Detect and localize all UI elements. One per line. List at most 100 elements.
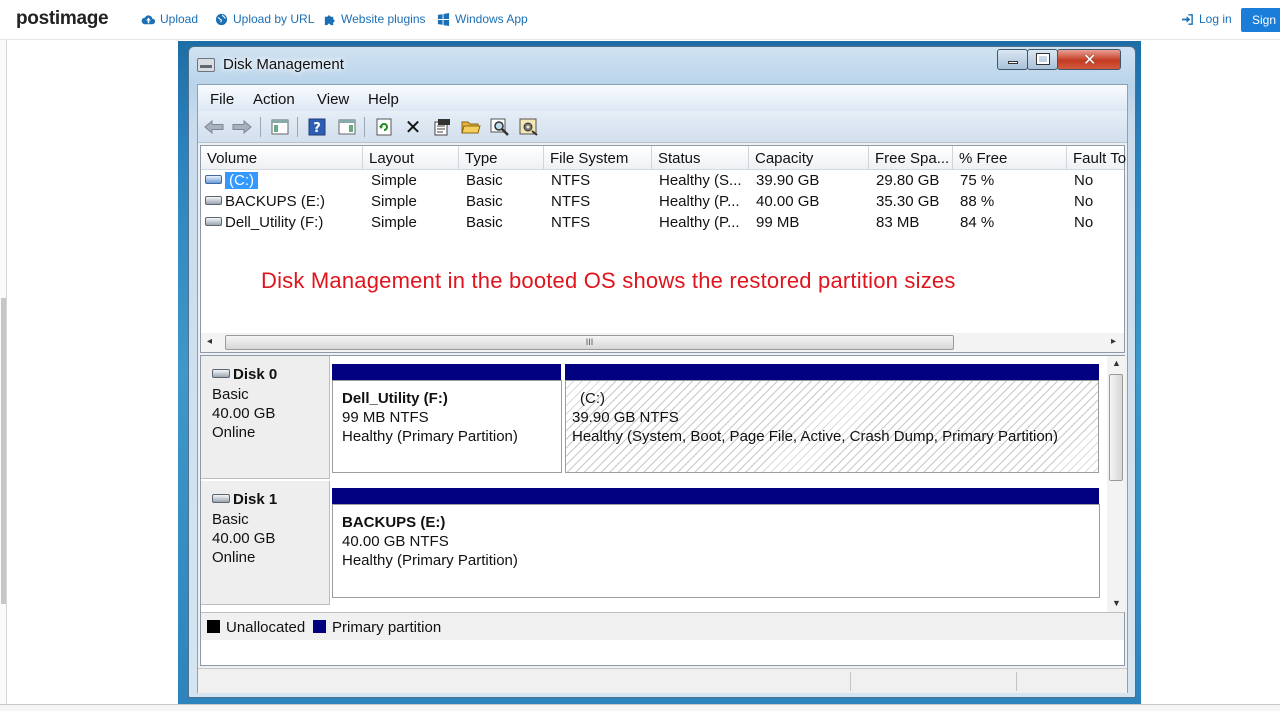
menu-view[interactable]: View (317, 91, 349, 108)
col-fault-tolerance[interactable]: Fault To (1067, 146, 1126, 170)
partition-status: Healthy (System, Boot, Page File, Active… (572, 428, 1058, 445)
toolbar-separator (260, 117, 261, 137)
status-cell: Healthy (P... (659, 193, 740, 210)
disk-0-type: Basic (212, 386, 249, 403)
nav-website-plugins-label: Website plugins (341, 12, 426, 26)
disk-0-label[interactable]: Disk 0 Basic 40.00 GB Online (201, 356, 330, 479)
page-scroll-thumb[interactable] (1, 298, 6, 604)
partition-bar (332, 488, 1099, 504)
maximize-icon (1036, 53, 1050, 65)
col-layout[interactable]: Layout (363, 146, 459, 170)
col-free-space[interactable]: Free Spa... (869, 146, 953, 170)
disk-icon (212, 369, 230, 378)
col-status[interactable]: Status (652, 146, 749, 170)
scroll-up-icon[interactable]: ▲ (1112, 358, 1121, 368)
col-type[interactable]: Type (459, 146, 544, 170)
capacity-cell: 99 MB (756, 214, 800, 231)
signup-button[interactable]: Sign u (1241, 8, 1280, 32)
legend-unallocated-swatch (207, 620, 220, 633)
search-icon[interactable] (489, 116, 511, 138)
drive-icon (205, 196, 222, 205)
nav-upload-by-url-label: Upload by URL (233, 12, 315, 26)
nav-upload-by-url[interactable]: Upload by URL (214, 12, 314, 26)
drive-icon (205, 175, 222, 184)
disk-0-title: Disk 0 (233, 366, 278, 383)
drive-icon (205, 217, 222, 226)
col-file-system[interactable]: File System (544, 146, 652, 170)
volume-cell: Dell_Utility (F:) (205, 214, 323, 231)
type-cell: Basic (466, 214, 503, 231)
toolbar: ? ✕ (198, 111, 1127, 143)
scroll-right-icon[interactable]: ▸ (1111, 336, 1116, 347)
partition-label: (C:) (580, 390, 605, 407)
free-space-cell: 29.80 GB (876, 172, 940, 189)
menu-bar: File Action View Help (198, 85, 1127, 111)
close-button[interactable]: ✕ (1057, 49, 1121, 70)
scroll-down-icon[interactable]: ▼ (1112, 598, 1121, 608)
partition-status: Healthy (Primary Partition) (342, 552, 518, 569)
minimize-button[interactable] (997, 49, 1028, 70)
menu-action[interactable]: Action (253, 91, 295, 108)
disk-0-state: Online (212, 424, 256, 441)
browser-viewport: postimage Upload Upload by URL Website p… (0, 0, 1280, 711)
site-logo[interactable]: postimage (16, 8, 109, 30)
status-separator (1016, 672, 1017, 691)
fs-cell: NTFS (551, 214, 591, 231)
partition-bar (332, 364, 561, 380)
horizontal-scrollbar[interactable]: ◂ III ▸ (201, 333, 1124, 352)
delete-icon[interactable]: ✕ (402, 116, 424, 139)
volume-row[interactable]: Dell_Utility (F:) Simple Basic NTFS Heal… (201, 212, 1124, 233)
disk-management-window: Disk Management ✕ File Action View Help (188, 46, 1136, 698)
partition-status: Healthy (Primary Partition) (342, 428, 518, 445)
back-icon[interactable] (203, 116, 225, 138)
horizontal-scroll-thumb[interactable]: III (225, 335, 954, 350)
partition-c[interactable]: (C:) 39.90 GB NTFS Healthy (System, Boot… (565, 380, 1099, 473)
nav-upload[interactable]: Upload (141, 12, 198, 26)
partition-backups[interactable]: BACKUPS (E:) 40.00 GB NTFS Healthy (Prim… (332, 504, 1100, 598)
fault-tolerance-cell: No (1074, 172, 1094, 189)
col-percent-free[interactable]: % Free (953, 146, 1067, 170)
vertical-scrollbar[interactable]: ▲ ▼ (1107, 356, 1125, 612)
refresh-icon[interactable] (373, 116, 395, 138)
page-scrollbar[interactable] (0, 40, 7, 711)
col-volume[interactable]: Volume (201, 146, 363, 170)
show-hide-console-tree-icon[interactable] (269, 116, 291, 138)
volume-list[interactable]: Volume Layout Type File System Status Ca… (200, 145, 1126, 353)
nav-website-plugins[interactable]: Website plugins (322, 12, 426, 26)
partition-dell-utility[interactable]: Dell_Utility (F:) 99 MB NTFS Healthy (Pr… (332, 380, 562, 473)
free-space-cell: 35.30 GB (876, 193, 940, 210)
disk-1-size: 40.00 GB (212, 530, 276, 547)
disk-graphical-view[interactable]: Disk 0 Basic 40.00 GB Online Dell_Utilit… (200, 355, 1125, 666)
partition-size: 40.00 GB NTFS (342, 533, 449, 550)
scroll-left-icon[interactable]: ◂ (207, 336, 212, 347)
menu-help[interactable]: Help (368, 91, 399, 108)
menu-file[interactable]: File (210, 91, 234, 108)
login-label: Log in (1199, 12, 1232, 26)
partition-label: BACKUPS (E:) (342, 514, 446, 531)
legend-unallocated-label: Unallocated (226, 619, 306, 636)
disk-management-icon (197, 58, 215, 72)
partition-size: 39.90 GB NTFS (572, 409, 679, 426)
maximize-button[interactable] (1027, 49, 1058, 70)
vertical-scroll-thumb[interactable] (1109, 374, 1123, 481)
type-cell: Basic (466, 193, 503, 210)
settings-icon[interactable] (518, 116, 540, 138)
show-action-pane-icon[interactable] (336, 116, 358, 138)
legend-primary-swatch (313, 620, 326, 633)
window-titlebar[interactable]: Disk Management ✕ (189, 47, 1135, 83)
volume-row[interactable]: BACKUPS (E:) Simple Basic NTFS Healthy (… (201, 191, 1124, 212)
disk-0-size: 40.00 GB (212, 405, 276, 422)
capacity-cell: 39.90 GB (756, 172, 820, 189)
annotation-caption: Disk Management in the booted OS shows t… (261, 268, 956, 293)
login-link[interactable]: Log in (1180, 12, 1232, 26)
open-folder-icon[interactable] (460, 116, 482, 138)
nav-windows-app[interactable]: Windows App (436, 12, 528, 26)
layout-cell: Simple (371, 193, 417, 210)
properties-icon[interactable] (431, 116, 453, 138)
screenshot-image: Disk Management ✕ File Action View Help (178, 41, 1141, 704)
volume-row[interactable]: (C:) Simple Basic NTFS Healthy (S... 39.… (201, 170, 1124, 191)
forward-icon[interactable] (231, 116, 253, 138)
col-capacity[interactable]: Capacity (749, 146, 869, 170)
disk-1-label[interactable]: Disk 1 Basic 40.00 GB Online (201, 481, 330, 605)
help-icon[interactable]: ? (306, 116, 328, 138)
